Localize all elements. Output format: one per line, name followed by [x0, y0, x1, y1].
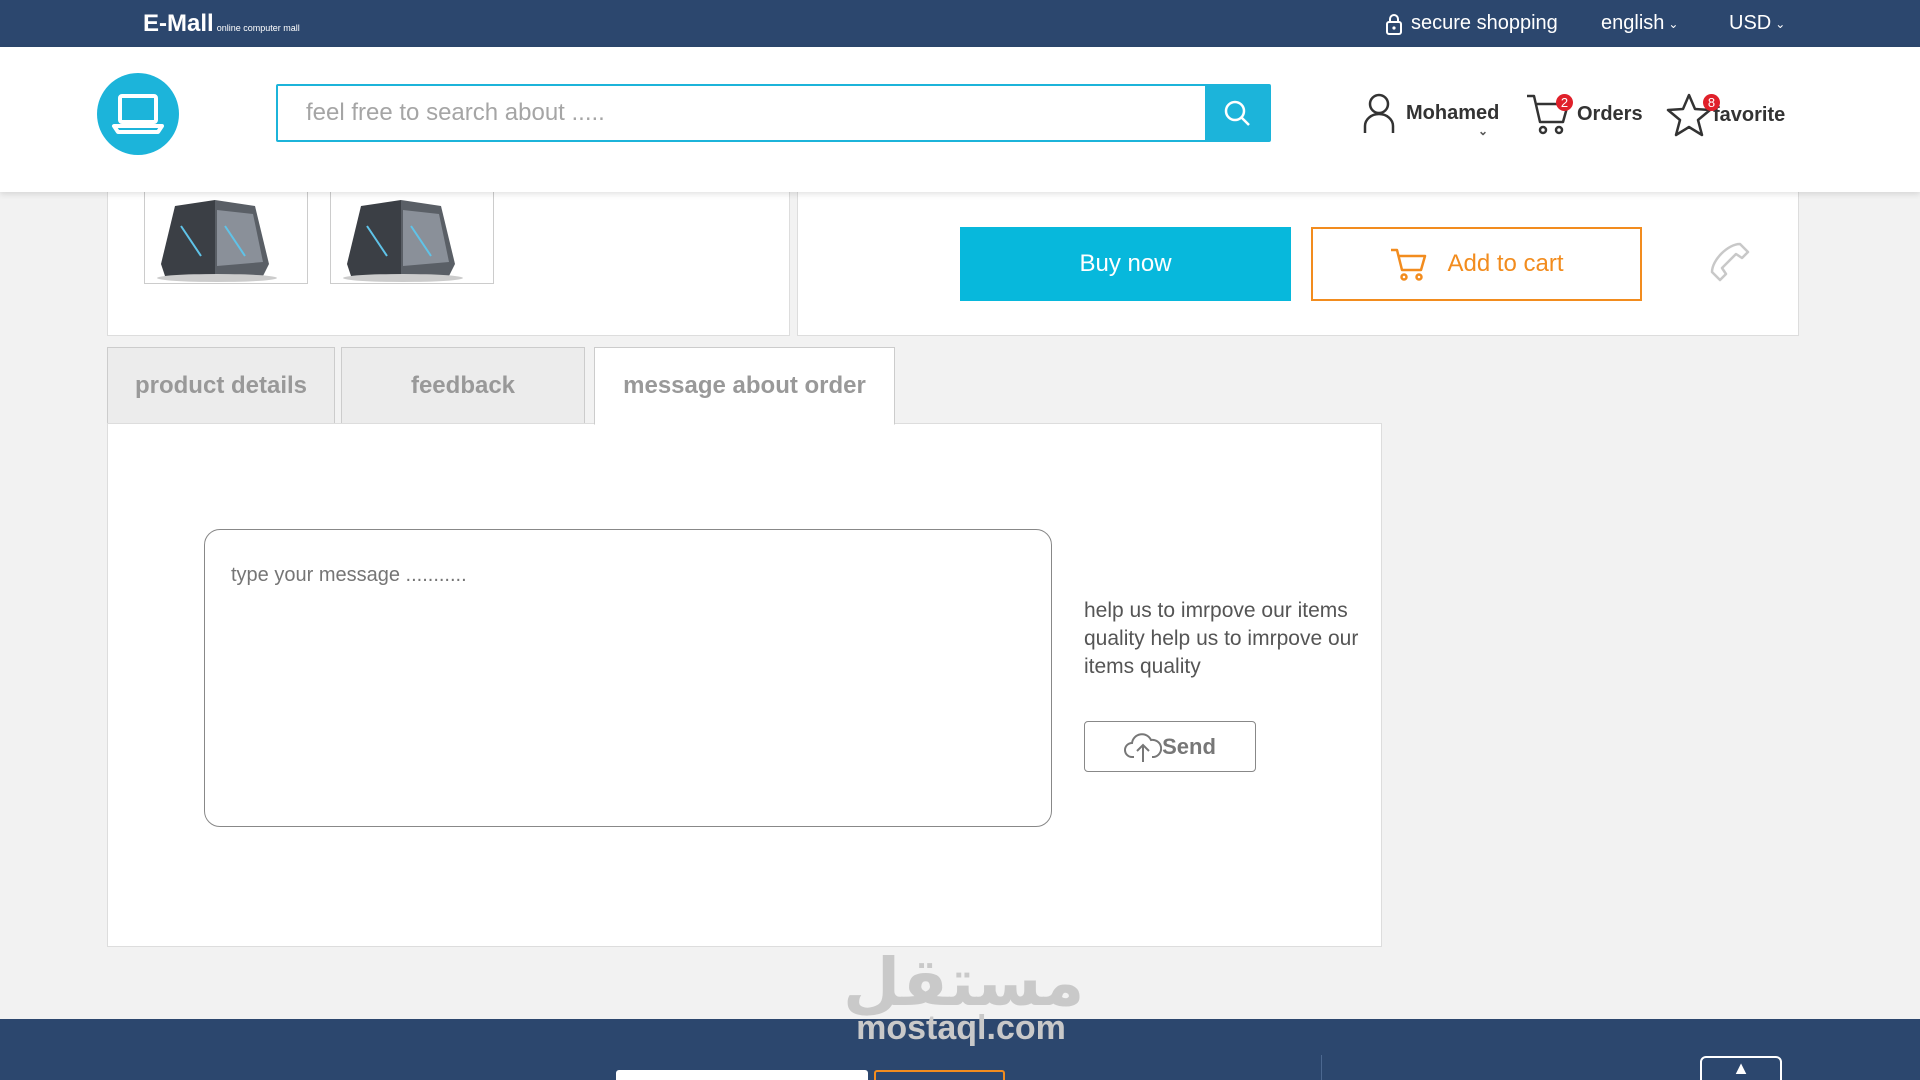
brand-name: E-Mall — [143, 10, 214, 37]
buy-now-button[interactable]: Buy now — [960, 227, 1291, 301]
send-button[interactable]: Send — [1084, 721, 1256, 772]
favorite-link[interactable]: 8 favorite — [1665, 92, 1785, 138]
site-header: Mohamed ⌄ 2 Orders 8 favorite — [0, 47, 1920, 192]
favorite-label: favorite — [1713, 103, 1786, 126]
language-label: english — [1601, 12, 1665, 34]
phone-icon[interactable] — [1708, 240, 1752, 289]
footer-divider — [1321, 1055, 1322, 1080]
chevron-down-icon: ⌄ — [1668, 16, 1679, 31]
add-to-cart-label: Add to cart — [1447, 250, 1564, 277]
secure-shopping: secure shopping — [1385, 0, 1558, 47]
user-menu[interactable]: Mohamed ⌄ — [1362, 92, 1500, 138]
orders-count-badge: 2 — [1556, 94, 1573, 111]
currency-label: USD — [1729, 12, 1772, 34]
brand-logo-text[interactable]: E-Mall online computer mall — [143, 10, 300, 38]
brand-subtitle: online computer mall — [216, 23, 300, 33]
lock-icon — [1386, 13, 1402, 35]
newsletter-input[interactable] — [616, 1070, 868, 1080]
chevron-down-icon: ⌄ — [1775, 16, 1786, 31]
search-button[interactable] — [1205, 86, 1269, 140]
user-icon — [1363, 93, 1395, 133]
orders-label: Orders — [1577, 102, 1643, 125]
laptop-logo-icon[interactable] — [97, 73, 179, 155]
send-label: Send — [1162, 733, 1216, 759]
watermark: مستقل mostaql.com — [843, 944, 1085, 1047]
star-icon-wrap: 8 — [1665, 92, 1720, 138]
back-to-top-button[interactable]: ▲ — [1700, 1056, 1782, 1080]
tab-message-about-order[interactable]: message about order — [594, 347, 895, 425]
secure-shopping-label: secure shopping — [1411, 12, 1558, 34]
search-bar — [276, 84, 1271, 142]
product-thumbnail[interactable] — [330, 185, 494, 284]
watermark-latin: mostaql.com — [856, 1009, 1066, 1047]
user-name: Mohamed — [1406, 101, 1500, 124]
tab-product-details[interactable]: product details — [107, 347, 335, 424]
chevron-down-icon: ⌄ — [1478, 124, 1489, 138]
pc-tower-image — [343, 200, 463, 282]
orders-link[interactable]: 2 Orders — [1525, 92, 1643, 136]
chevron-up-icon: ▲ — [1732, 1058, 1750, 1078]
phone-handset-icon — [1710, 242, 1750, 282]
cart-icon — [1391, 248, 1427, 281]
cloud-upload-icon — [1124, 732, 1163, 762]
language-selector[interactable]: english ⌄ — [1601, 0, 1678, 47]
laptop-icon — [112, 94, 164, 134]
watermark-arabic: مستقل — [843, 944, 1085, 1021]
tab-feedback[interactable]: feedback — [341, 347, 585, 424]
currency-selector[interactable]: USD ⌄ — [1729, 0, 1785, 47]
product-thumbnail[interactable] — [144, 185, 308, 284]
search-icon — [1224, 100, 1250, 126]
message-textarea[interactable] — [204, 529, 1052, 827]
pc-tower-image — [157, 200, 277, 282]
add-to-cart-button[interactable]: Add to cart — [1311, 227, 1642, 301]
help-text: help us to imrpove our items quality hel… — [1084, 599, 1359, 678]
newsletter-button[interactable] — [874, 1070, 1005, 1080]
favorite-count-badge: 8 — [1703, 94, 1720, 111]
search-input[interactable] — [278, 86, 1205, 140]
cart-icon-wrap: 2 — [1525, 92, 1573, 136]
top-bar: E-Mall online computer mall secure shoppi… — [0, 0, 1920, 47]
